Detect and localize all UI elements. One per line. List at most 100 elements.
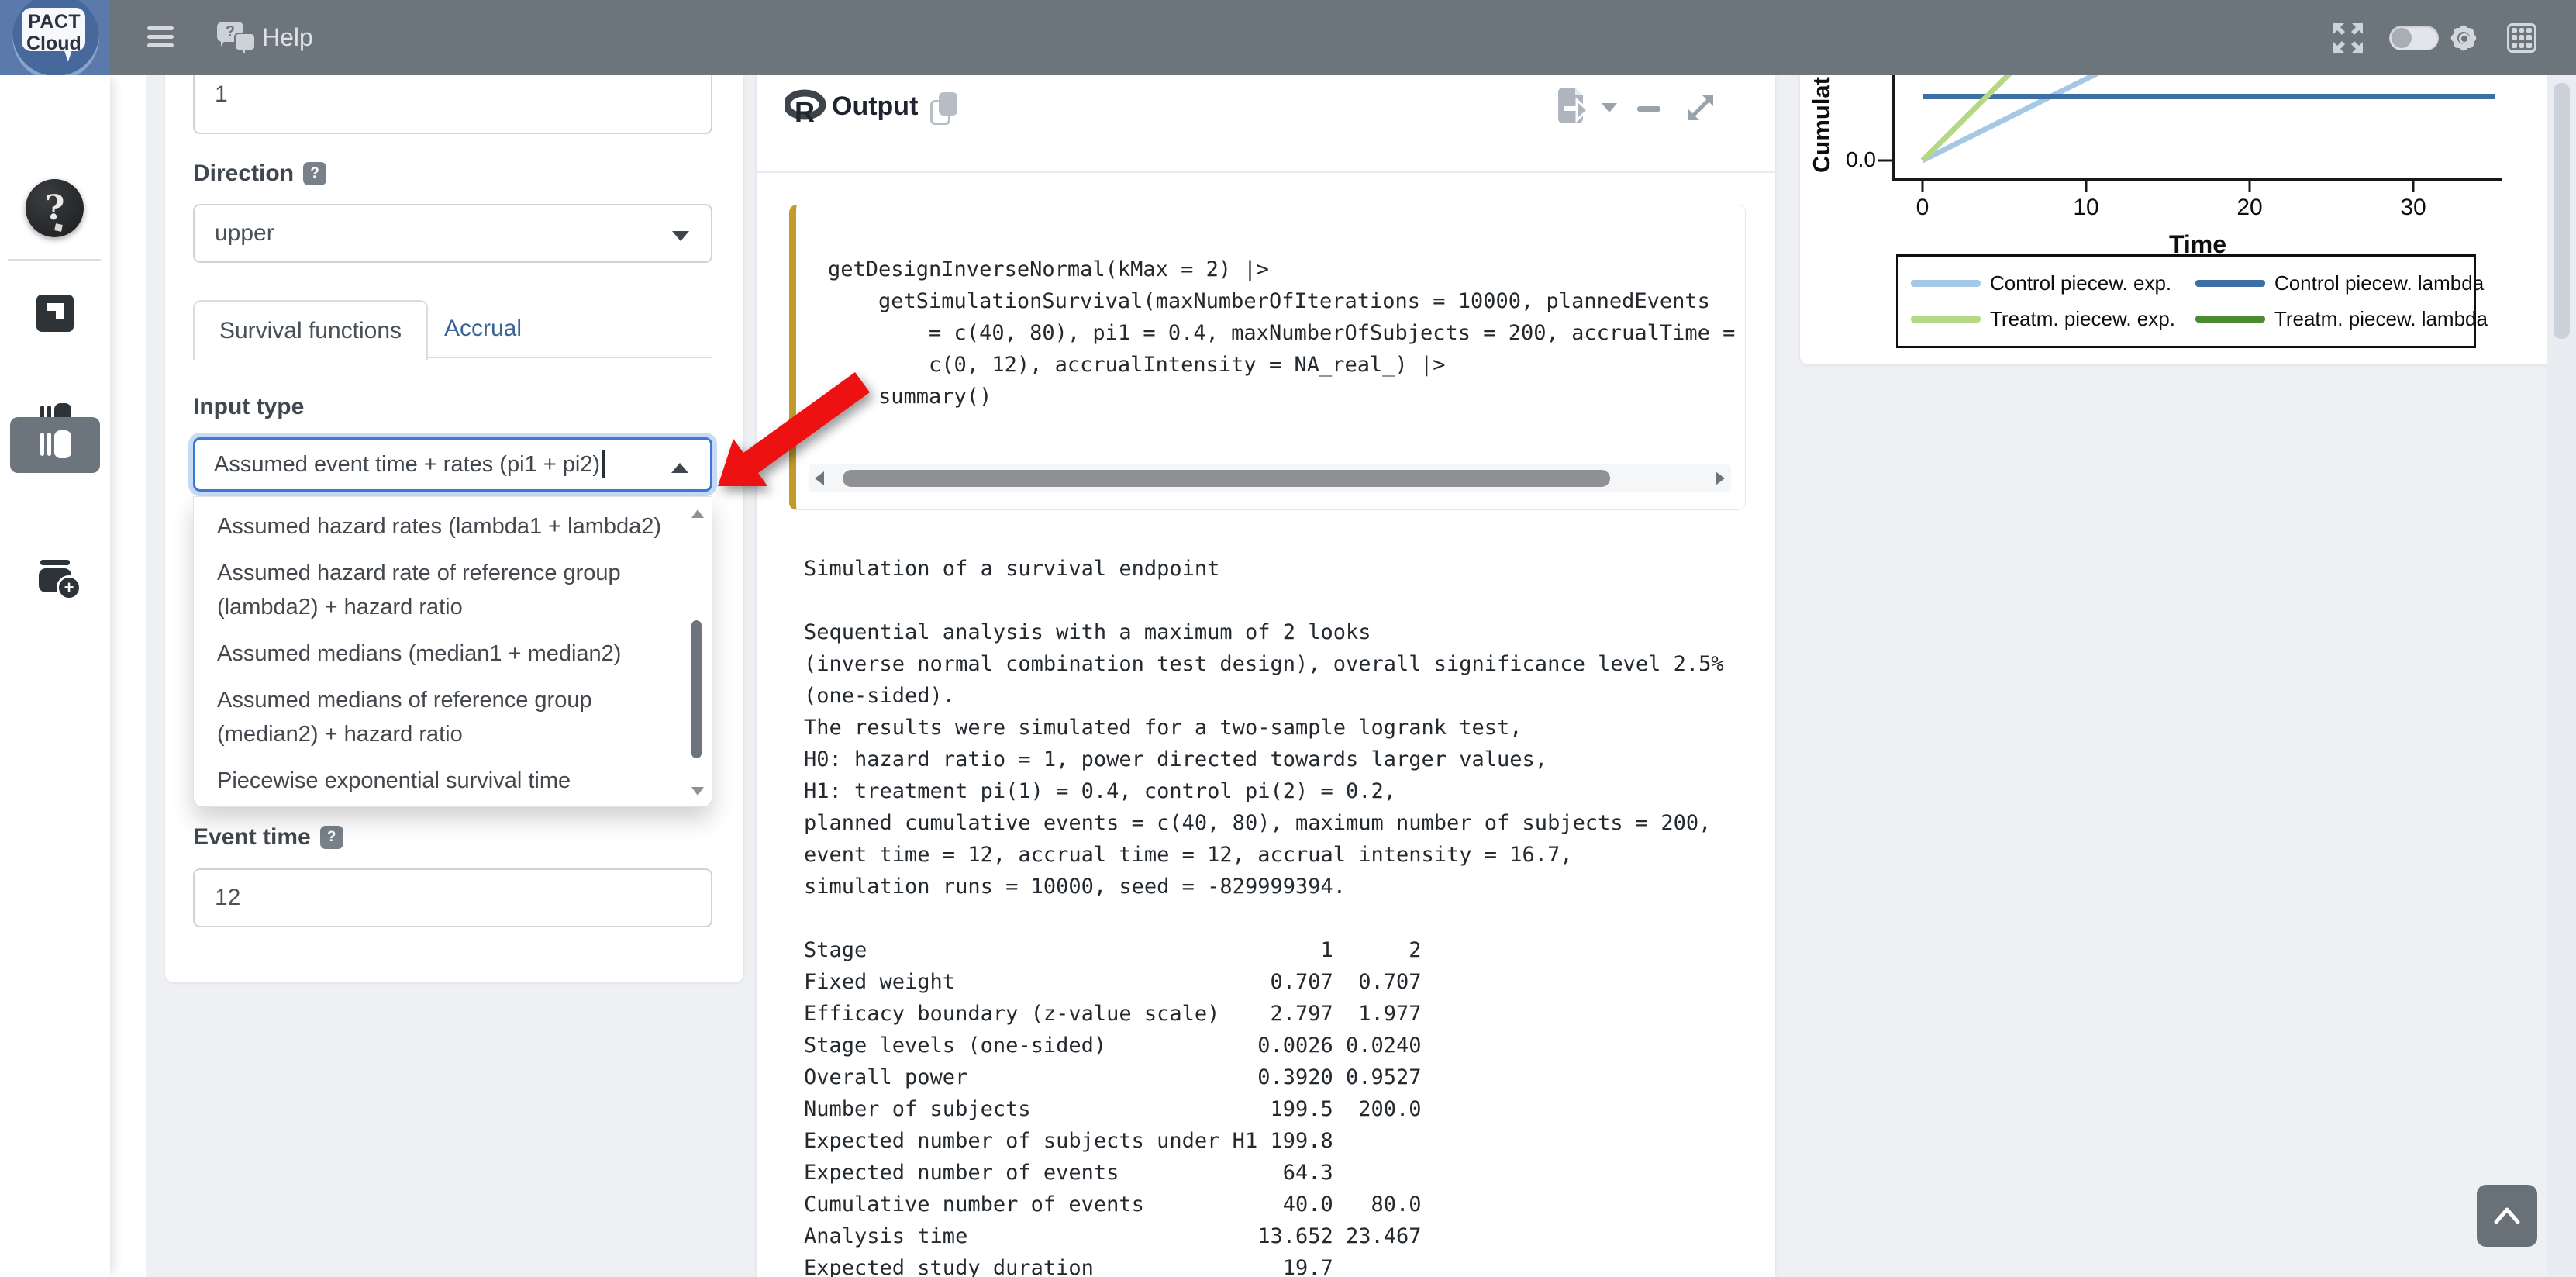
legend-line-swatch	[2195, 316, 2265, 323]
legend-label: Treatm. piecew. lambda	[2274, 307, 2488, 331]
scroll-down-icon[interactable]	[691, 787, 704, 796]
export-caret-icon[interactable]	[1602, 103, 1617, 112]
dropdown-option[interactable]: Assumed medians (median1 + median2)	[194, 630, 682, 677]
app-logo[interactable]: PACT Cloud	[0, 0, 110, 75]
legend-line-swatch	[1911, 280, 1981, 287]
r-language-icon: R	[785, 89, 828, 126]
scroll-right-icon[interactable]	[1716, 471, 1725, 485]
dropdown-option[interactable]: Assumed medians of reference group (medi…	[194, 677, 682, 758]
dropdown-option[interactable]: Assumed hazard rates (lambda1 + lambda2)	[194, 503, 682, 550]
input-type-menu: Assumed hazard rates (lambda1 + lambda2)…	[193, 496, 712, 807]
direction-select[interactable]: upper	[193, 204, 712, 263]
top-bar: PACT Cloud ? Help	[0, 0, 2576, 75]
legend-entry: Control piecew. lambda	[2195, 270, 2488, 298]
sidebar-divider	[8, 259, 101, 261]
plus-icon: +	[57, 575, 81, 600]
output-title: Output	[832, 91, 918, 122]
toggle-off-icon	[2389, 26, 2439, 50]
hamburger-menu-icon[interactable]	[147, 26, 174, 48]
legend-line-swatch	[2195, 280, 2265, 287]
sun-icon	[2448, 22, 2479, 53]
code-block: getDesignInverseNormal(kMax = 2) |> getS…	[789, 205, 1746, 510]
event-time-help-icon[interactable]: ?	[320, 826, 343, 849]
left-scroll-gutter[interactable]	[110, 75, 146, 1277]
input-type-label: Input type	[193, 394, 304, 420]
input-type-label-row: Input type	[193, 394, 304, 420]
legend-entry: Treatm. piecew. exp.	[1911, 305, 2175, 333]
export-file-icon[interactable]	[1557, 88, 1591, 128]
dropdown-option[interactable]: Piecewise exponential survival time	[194, 758, 682, 804]
x-tick-label: 10	[2055, 195, 2117, 221]
chart-series-line	[1923, 66, 2017, 160]
event-time-input[interactable]	[193, 868, 712, 927]
sidebar-item-board[interactable]	[36, 295, 74, 332]
direction-label-row: Direction ?	[193, 160, 326, 187]
code-scroll-thumb[interactable]	[843, 470, 1610, 487]
input-type-value: Assumed event time + rates (pi1 + pi2)	[214, 452, 600, 478]
avatar-question-glyph: ?	[45, 188, 65, 228]
direction-label: Direction	[193, 160, 294, 187]
svg-text:R: R	[795, 96, 815, 126]
legend-label: Control piecew. lambda	[2274, 271, 2484, 295]
chart-legend: Control piecew. exp.Control piecew. lamb…	[1896, 254, 2476, 348]
dropdown-options-list: Assumed hazard rates (lambda1 + lambda2)…	[194, 503, 712, 804]
y-tick-label: 0.0	[1826, 147, 1876, 172]
text-cursor	[602, 450, 605, 478]
arrows-out-icon	[2330, 20, 2366, 56]
r-code[interactable]: getDesignInverseNormal(kMax = 2) |> getS…	[796, 205, 1745, 412]
help-button[interactable]: ? Help	[217, 17, 313, 57]
legend-label: Control piecew. exp.	[1990, 271, 2171, 295]
legend-label: Treatm. piecew. exp.	[1990, 307, 2175, 331]
tab-accrual[interactable]: Accrual	[429, 300, 537, 357]
chevron-down-icon	[672, 231, 689, 241]
logo-text-line2: Cloud	[26, 33, 81, 55]
tab-label: Accrual	[444, 316, 522, 342]
x-tick-label: 0	[1891, 195, 1954, 221]
chevron-up-icon	[671, 463, 688, 473]
menu-scroll-thumb[interactable]	[691, 620, 702, 758]
grid-icon	[2507, 23, 2536, 53]
legend-entry: Control piecew. exp.	[1911, 270, 2175, 298]
chart-series-line	[1923, 66, 2112, 160]
legend-line-swatch	[1911, 316, 1981, 323]
legend-entry: Treatm. piecew. lambda	[2195, 305, 2488, 333]
tab-label: Survival functions	[219, 318, 402, 344]
scroll-left-icon[interactable]	[815, 471, 824, 485]
fullscreen-button[interactable]	[2330, 0, 2366, 75]
apps-grid-button[interactable]	[2507, 0, 2536, 75]
x-tick-label: 20	[2219, 195, 2281, 221]
chart-panel: Cumulat 0.0 0102030 Time Control piecew.…	[1799, 47, 2570, 365]
collapse-minus-icon[interactable]	[1637, 106, 1660, 112]
event-time-label: Event time	[193, 824, 311, 851]
theme-toggle[interactable]	[2389, 0, 2439, 75]
window-scroll-thumb[interactable]	[2554, 83, 2570, 339]
simulation-summary-text: Simulation of a survival endpoint Sequen…	[804, 553, 1757, 903]
scroll-to-top-button[interactable]	[2477, 1185, 2537, 1247]
sidebar-panel-icon	[36, 426, 74, 464]
dropdown-option[interactable]: Assumed hazard rate of reference group (…	[194, 550, 682, 630]
results-table-text: Stage 1 2 Fixed weight 0.707 0.707 Effic…	[804, 934, 1757, 1277]
scroll-up-icon[interactable]	[691, 509, 704, 518]
code-horizontal-scrollbar[interactable]	[809, 464, 1731, 492]
help-label: Help	[262, 23, 313, 52]
logo-text-line1: PACT	[28, 11, 81, 33]
output-text: Simulation of a survival endpoint Sequen…	[804, 553, 1757, 1277]
output-panel: R Output getDesignInverseNormal(kMax	[756, 47, 1776, 1277]
sidebar-item-panel-active[interactable]	[10, 417, 100, 473]
user-avatar[interactable]: ?	[26, 179, 84, 237]
direction-value: upper	[215, 220, 274, 247]
appearance-settings-button[interactable]	[2448, 0, 2479, 75]
tab-survival-functions[interactable]: Survival functions	[193, 300, 428, 360]
sidebar: ? +	[0, 75, 110, 1277]
help-chat-icon: ?	[217, 20, 254, 54]
menu-scrollbar[interactable]	[690, 506, 704, 799]
expand-icon[interactable]	[1684, 91, 1718, 125]
event-time-label-row: Event time ?	[193, 824, 343, 851]
sidebar-item-archive-add[interactable]: +	[36, 558, 74, 595]
direction-help-icon[interactable]: ?	[303, 162, 326, 185]
x-tick-label: 30	[2382, 195, 2444, 221]
window-scrollbar[interactable]	[2547, 75, 2576, 1277]
copy-icon[interactable]	[930, 92, 958, 125]
input-type-combobox[interactable]: Assumed event time + rates (pi1 + pi2)	[193, 437, 712, 492]
parameters-panel: Direction ? upper Survival functions Acc…	[164, 47, 744, 983]
